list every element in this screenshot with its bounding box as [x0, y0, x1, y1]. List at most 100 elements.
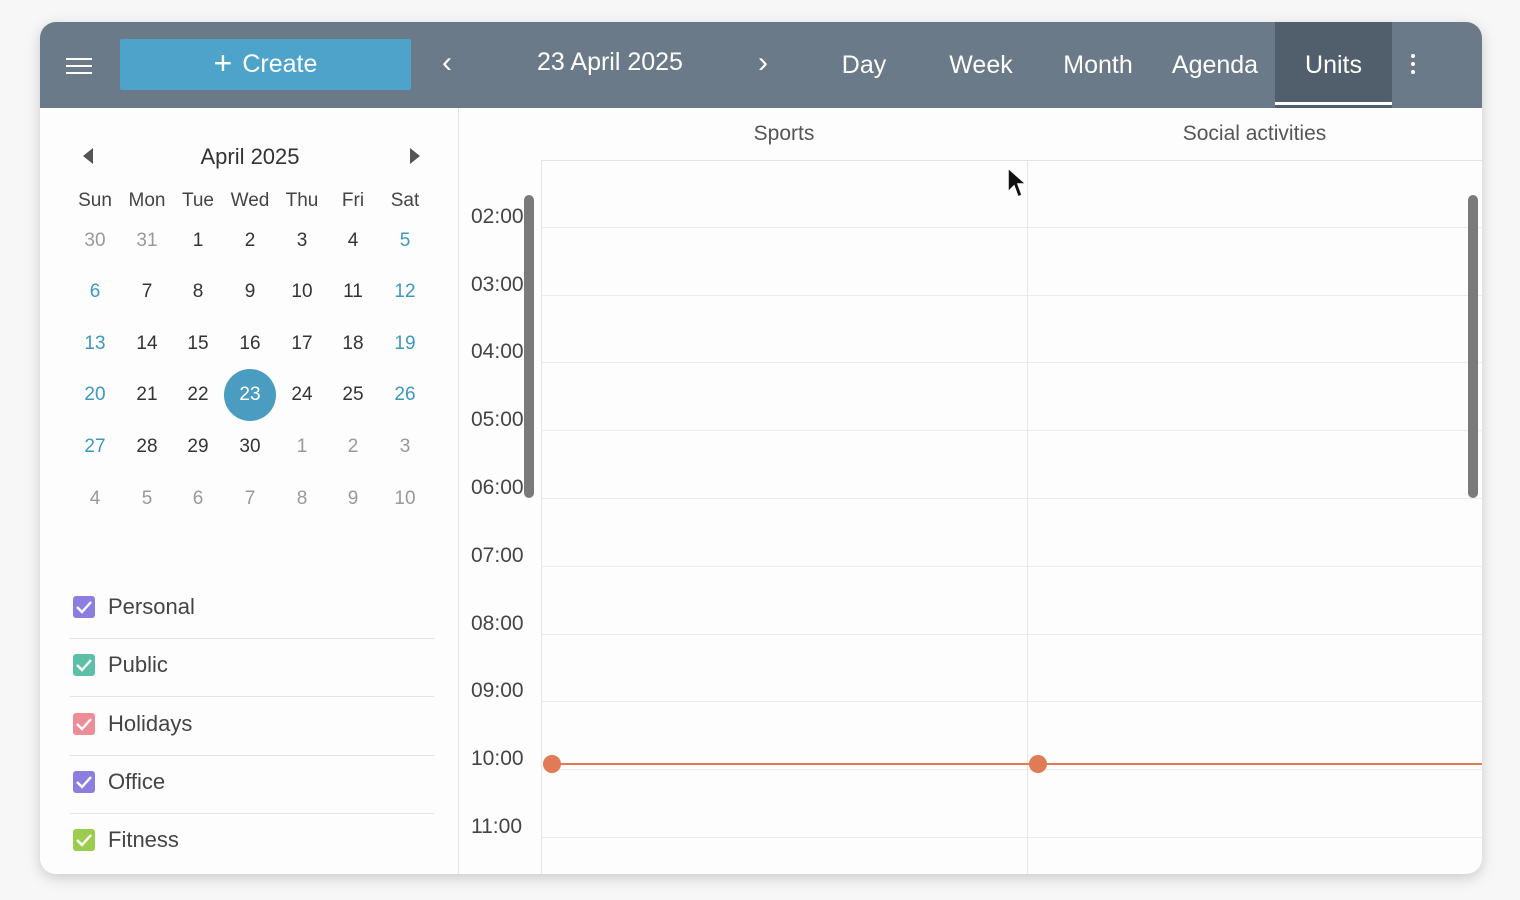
time-label: 10:00 [471, 747, 524, 771]
mini-calendar-day[interactable]: 30 [69, 215, 121, 267]
mini-calendar-day[interactable]: 23 [224, 369, 276, 421]
mini-calendar-day[interactable]: 25 [327, 369, 379, 421]
mini-calendar-day[interactable]: 6 [69, 266, 121, 318]
mini-calendar-title: April 2025 [200, 144, 300, 169]
mini-calendar-day[interactable]: 8 [276, 473, 328, 525]
hour-line [541, 294, 1482, 296]
current-time-dot [1029, 755, 1047, 773]
calendar-filter-label: Personal [108, 594, 195, 619]
time-label: 08:00 [471, 611, 524, 635]
mini-calendar-day[interactable]: 7 [224, 473, 276, 525]
weekday-header: Fri [341, 190, 365, 211]
mini-calendar-day[interactable]: 31 [121, 215, 173, 267]
time-grid[interactable]: 01:0002:0003:0004:0005:0006:0007:0008:00… [459, 160, 1482, 874]
mini-calendar-day[interactable]: 4 [327, 215, 379, 267]
previous-date-button[interactable]: ‹ [442, 48, 452, 78]
calendar-filter-item[interactable]: Fitness [70, 813, 434, 871]
right-scrollbar[interactable] [1468, 195, 1478, 498]
mini-calendar-day[interactable]: 6 [172, 473, 224, 525]
checkbox-icon[interactable] [73, 713, 95, 735]
mini-calendar-day[interactable]: 5 [121, 473, 173, 525]
mini-calendar-day[interactable]: 14 [121, 318, 173, 370]
mini-calendar-day[interactable]: 4 [69, 473, 121, 525]
mini-calendar-day[interactable]: 26 [379, 369, 431, 421]
mini-calendar-day[interactable]: 28 [121, 421, 173, 473]
checkbox-icon[interactable] [73, 596, 95, 618]
mini-calendar-day[interactable]: 20 [69, 369, 121, 421]
mini-calendar-day[interactable]: 21 [121, 369, 173, 421]
weekday-header: Thu [285, 190, 319, 211]
mini-calendar-day[interactable]: 7 [121, 266, 173, 318]
weekday-header: Wed [230, 190, 270, 211]
mini-calendar-day[interactable]: 18 [327, 318, 379, 370]
checkbox-icon[interactable] [73, 771, 95, 793]
hamburger-icon[interactable] [66, 58, 92, 76]
calendar-filter-label: Public [108, 652, 168, 677]
toolbar: + Create ‹ 23 April 2025 › Day Week Mont… [40, 22, 1482, 108]
unit-header-sports: Sports [541, 108, 1027, 161]
mini-calendar-day[interactable]: 19 [379, 318, 431, 370]
mini-calendar-day[interactable]: 17 [276, 318, 328, 370]
tab-week[interactable]: Week [930, 22, 1032, 108]
mini-calendar-day[interactable]: 8 [172, 266, 224, 318]
calendar-filter-item[interactable]: Holidays [70, 697, 434, 756]
mini-calendar-day[interactable]: 15 [172, 318, 224, 370]
mini-calendar-day[interactable]: 9 [327, 473, 379, 525]
mini-calendar-day[interactable]: 16 [224, 318, 276, 370]
mini-calendar-prev-icon[interactable] [83, 148, 93, 164]
plus-icon: + [213, 45, 233, 81]
mini-calendar-day[interactable]: 3 [379, 421, 431, 473]
mini-calendar-day[interactable]: 30 [224, 421, 276, 473]
mini-calendar-day[interactable]: 5 [379, 215, 431, 267]
mini-calendar-next-icon[interactable] [410, 148, 420, 164]
units-scheduler: Sports Social activities 01:0002:0003:00… [459, 108, 1482, 874]
hour-line [541, 633, 1482, 635]
sidebar: April 2025 Sun Mon Tue Wed Thu Fri Sat 30 31 1 2 3 4… [40, 108, 459, 874]
mini-calendar-day[interactable]: 1 [276, 421, 328, 473]
calendar-filter-label: Holidays [108, 711, 193, 736]
mini-calendar-day[interactable]: 10 [276, 266, 328, 318]
tab-units[interactable]: Units [1275, 22, 1392, 108]
tab-month[interactable]: Month [1050, 22, 1146, 108]
hour-line [541, 837, 1482, 838]
calendar-filter-item[interactable]: Personal [70, 580, 434, 639]
tab-day[interactable]: Day [816, 22, 912, 108]
hour-line [541, 362, 1482, 364]
time-axis-divider [541, 160, 542, 874]
hour-line [541, 565, 1482, 567]
mini-calendar-day[interactable]: 2 [327, 421, 379, 473]
mini-calendar-day[interactable]: 22 [172, 369, 224, 421]
hour-line [541, 769, 1482, 771]
calendar-filter-label: Office [108, 769, 166, 794]
checkbox-icon[interactable] [73, 829, 95, 851]
mini-calendar-day[interactable]: 2 [224, 215, 276, 267]
mouse-pointer-icon [1007, 166, 1028, 199]
calendar-filter-item[interactable]: Office [70, 755, 434, 814]
mini-calendar-day[interactable]: 11 [327, 266, 379, 318]
tab-agenda[interactable]: Agenda [1162, 22, 1268, 108]
checkbox-icon[interactable] [73, 654, 95, 676]
kebab-menu-icon[interactable] [1408, 54, 1418, 76]
unit-header-social-activities: Social activities [1027, 108, 1482, 161]
calendar-filter-item[interactable]: Public [70, 638, 434, 697]
mini-calendar-day[interactable]: 13 [69, 318, 121, 370]
time-label: 07:00 [471, 543, 524, 567]
calendar-filter-label: Fitness [108, 827, 179, 852]
mini-calendar-day[interactable]: 12 [379, 266, 431, 318]
current-date: 23 April 2025 [537, 48, 683, 76]
left-scrollbar[interactable] [524, 195, 534, 498]
time-label: 11:00 [471, 815, 522, 838]
mini-calendar-day[interactable]: 27 [69, 421, 121, 473]
mini-calendar-day[interactable]: 3 [276, 215, 328, 267]
mini-calendar-day[interactable]: 1 [172, 215, 224, 267]
mini-calendar-day[interactable]: 10 [379, 473, 431, 525]
create-button[interactable]: + Create [120, 39, 411, 90]
next-date-button[interactable]: › [758, 48, 768, 78]
weekday-header: Sat [390, 190, 420, 211]
scheduler-app: + Create ‹ 23 April 2025 › Day Week Mont… [40, 22, 1482, 874]
mini-calendar-day[interactable]: 9 [224, 266, 276, 318]
current-time-line [551, 763, 1482, 765]
mini-calendar-day[interactable]: 24 [276, 369, 328, 421]
mini-calendar-day[interactable]: 29 [172, 421, 224, 473]
time-label: 09:00 [471, 679, 524, 703]
